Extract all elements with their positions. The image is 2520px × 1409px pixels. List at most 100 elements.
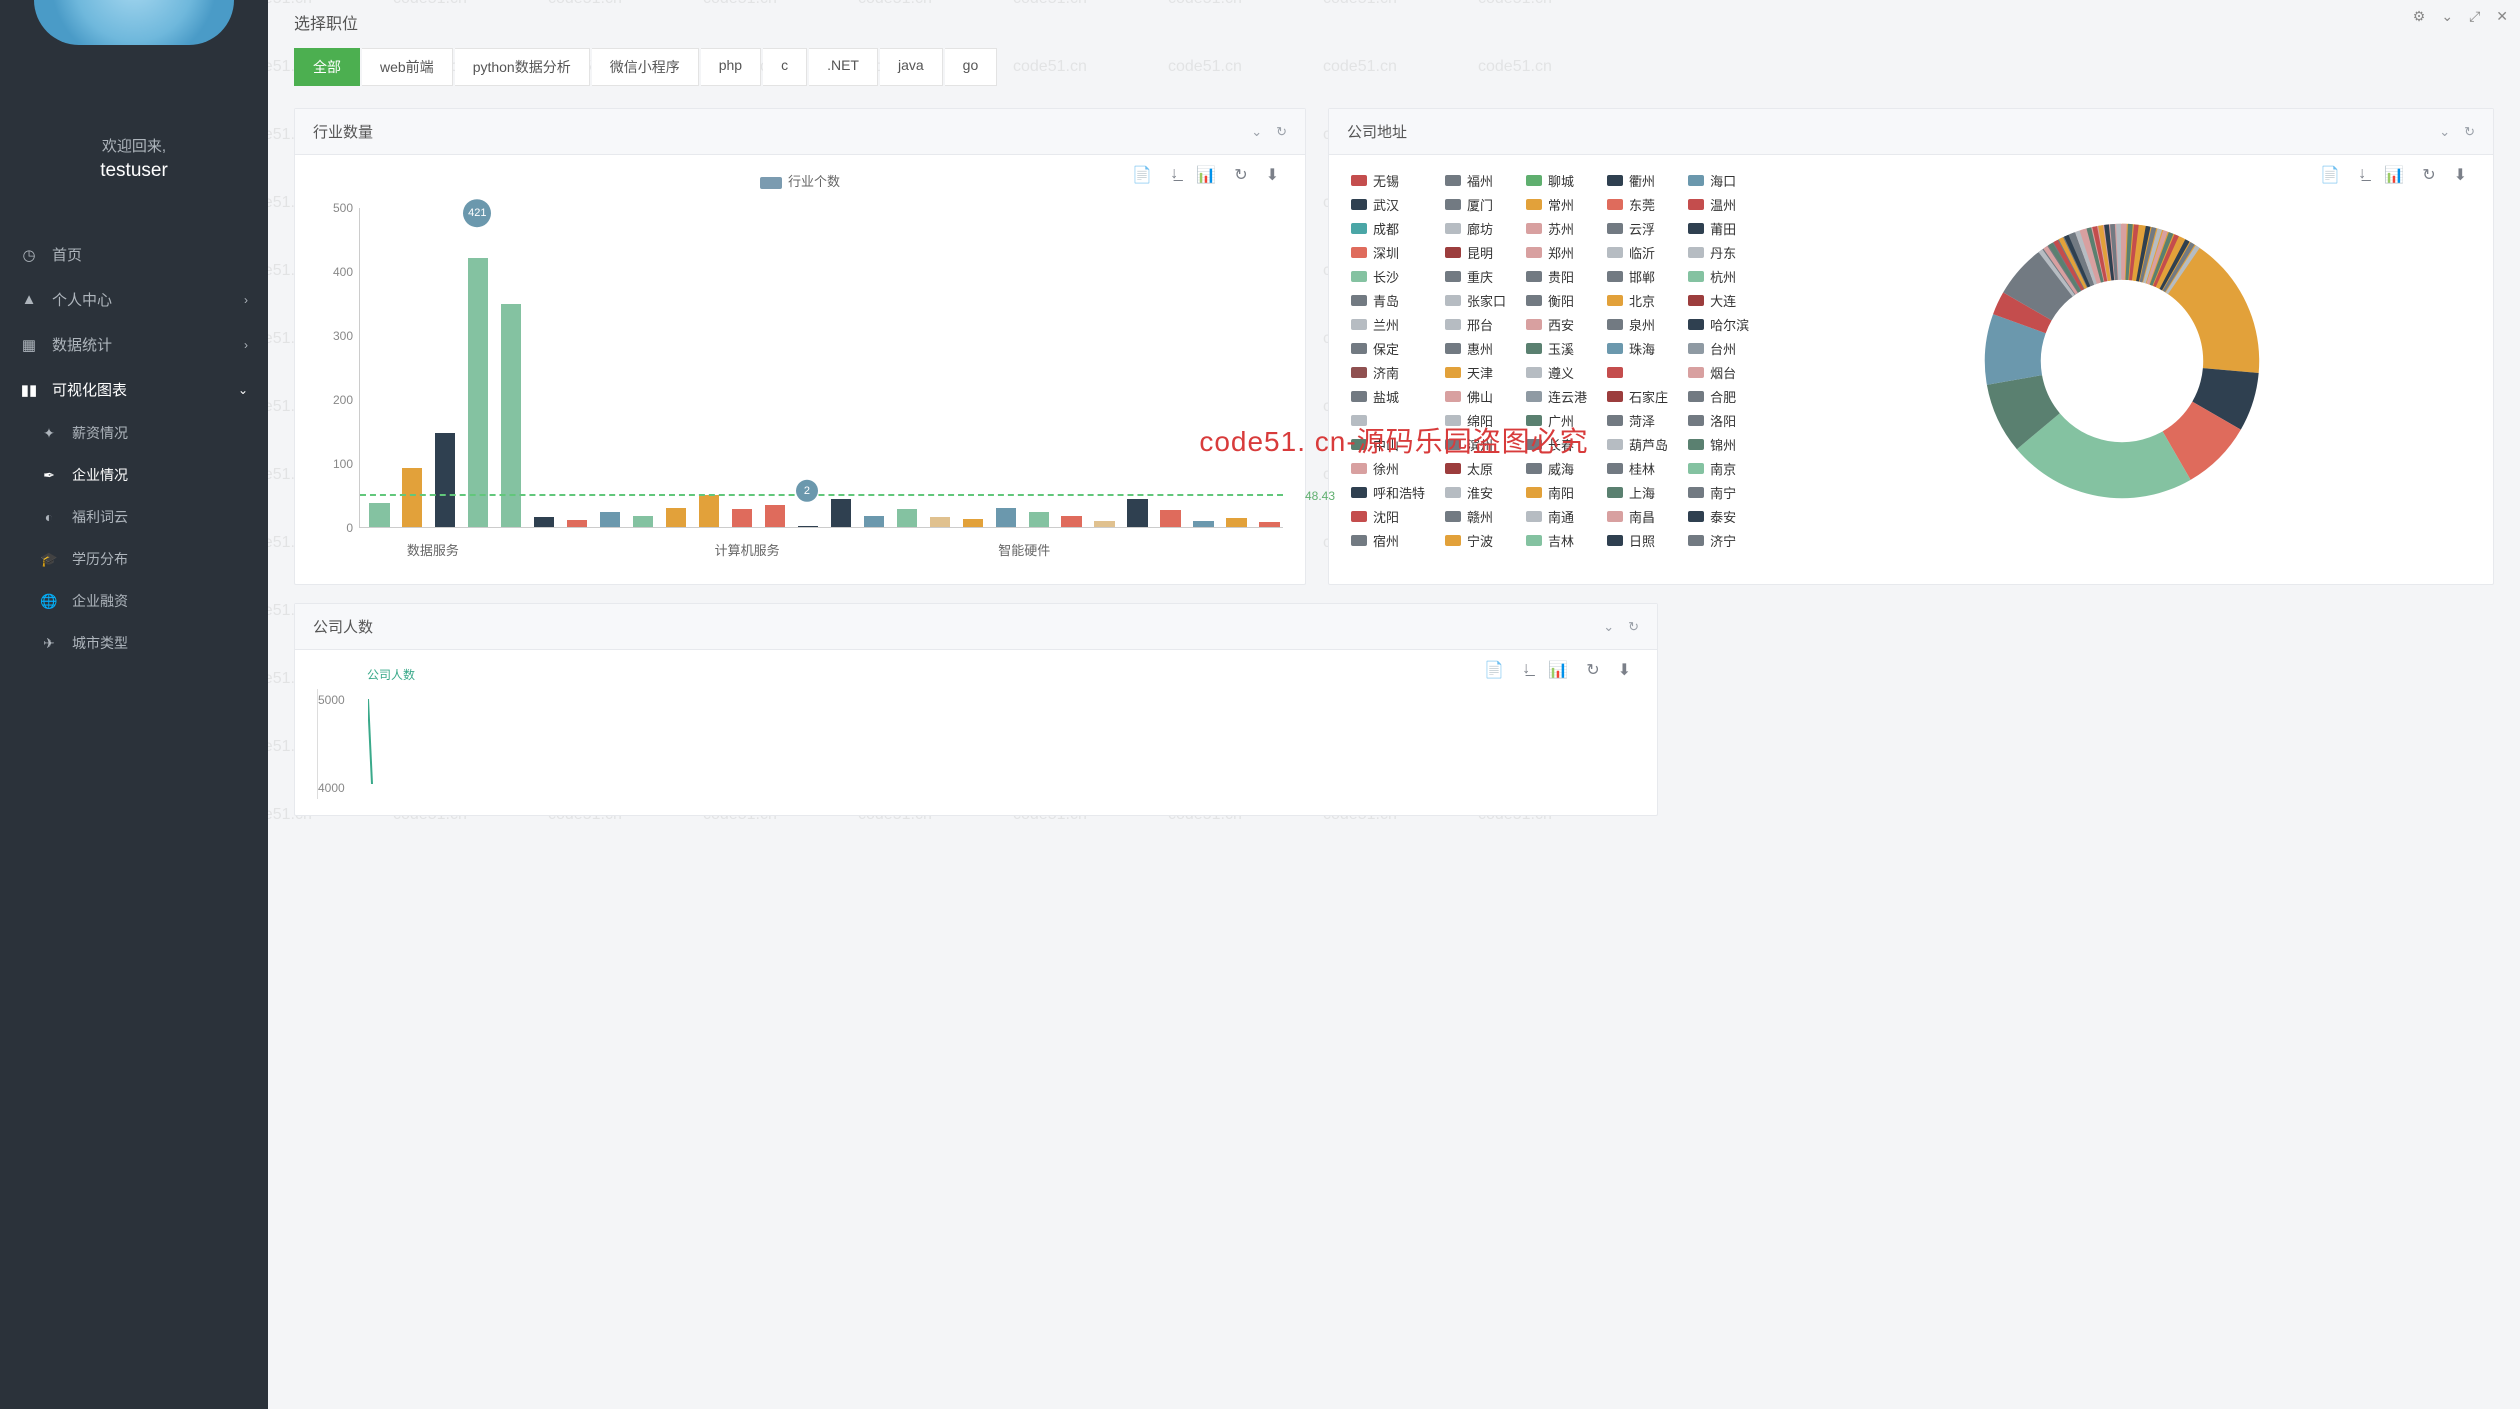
legend-item-日照[interactable]: 日照 xyxy=(1607,531,1668,550)
legend-item-廊坊[interactable]: 廊坊 xyxy=(1445,219,1506,238)
bar-toggle-icon[interactable]: 📊 xyxy=(2384,165,2404,185)
legend-item-哈尔滨[interactable]: 哈尔滨 xyxy=(1688,315,1749,334)
fullscreen-icon[interactable]: ⤢ xyxy=(2469,8,2480,25)
legend-item-邢台[interactable]: 邢台 xyxy=(1445,315,1506,334)
legend-item-衢州[interactable]: 衢州 xyxy=(1607,171,1668,190)
legend-item-济宁[interactable]: 济宁 xyxy=(1688,531,1749,550)
legend-item-太原[interactable]: 太原 xyxy=(1445,459,1506,478)
bar[interactable] xyxy=(435,433,455,527)
job-tab-php[interactable]: php xyxy=(701,48,761,86)
sub-item-学历分布[interactable]: 🎓学历分布 xyxy=(0,538,268,580)
legend-item-无锡[interactable]: 无锡 xyxy=(1351,171,1425,190)
legend-item-遵义[interactable]: 遵义 xyxy=(1526,363,1587,382)
bar[interactable] xyxy=(1029,512,1049,527)
legend-item-兰州[interactable]: 兰州 xyxy=(1351,315,1425,334)
bar[interactable] xyxy=(699,495,719,527)
job-tab-c[interactable]: c xyxy=(763,48,807,86)
collapse-icon[interactable]: ⌄ xyxy=(1251,124,1262,140)
bar[interactable] xyxy=(1160,510,1180,527)
legend-item-盐城[interactable]: 盐城 xyxy=(1351,387,1425,406)
legend-item-昆明[interactable]: 昆明 xyxy=(1445,243,1506,262)
bar[interactable] xyxy=(732,509,752,527)
legend-item-烟台[interactable]: 烟台 xyxy=(1688,363,1749,382)
legend-item-长沙[interactable]: 长沙 xyxy=(1351,267,1425,286)
gear-icon[interactable]: ⚙ xyxy=(2413,8,2426,25)
legend-item-云浮[interactable]: 云浮 xyxy=(1607,219,1668,238)
data-view-icon[interactable]: 📄 xyxy=(1132,165,1152,185)
bar[interactable] xyxy=(402,468,422,527)
legend-item-聊城[interactable]: 聊城 xyxy=(1526,171,1587,190)
legend-item-重庆[interactable]: 重庆 xyxy=(1445,267,1506,286)
legend-item-珠海[interactable]: 珠海 xyxy=(1607,339,1668,358)
legend-item-杭州[interactable]: 杭州 xyxy=(1688,267,1749,286)
legend-item-临沂[interactable]: 临沂 xyxy=(1607,243,1668,262)
bar[interactable] xyxy=(864,516,884,527)
bar[interactable] xyxy=(1259,522,1279,527)
refresh-icon[interactable]: ↻ xyxy=(1276,124,1287,140)
legend-item-邯郸[interactable]: 邯郸 xyxy=(1607,267,1668,286)
legend-item-徐州[interactable]: 徐州 xyxy=(1351,459,1425,478)
bar[interactable] xyxy=(897,509,917,527)
restore-icon[interactable]: ↻ xyxy=(1586,660,1599,680)
legend-item-温州[interactable]: 温州 xyxy=(1688,195,1749,214)
legend-item-石家庄[interactable]: 石家庄 xyxy=(1607,387,1668,406)
legend-item-吉林[interactable]: 吉林 xyxy=(1526,531,1587,550)
bar[interactable] xyxy=(963,519,983,527)
bar[interactable] xyxy=(831,499,851,527)
legend-item-郑州[interactable]: 郑州 xyxy=(1526,243,1587,262)
bar[interactable] xyxy=(1193,521,1213,527)
bar[interactable] xyxy=(765,505,785,527)
legend-item-南昌[interactable]: 南昌 xyxy=(1607,507,1668,526)
bar[interactable] xyxy=(633,516,653,527)
legend-item-合肥[interactable]: 合肥 xyxy=(1688,387,1749,406)
legend-item-南通[interactable]: 南通 xyxy=(1526,507,1587,526)
legend-item-北京[interactable]: 北京 xyxy=(1607,291,1668,310)
collapse-icon[interactable]: ⌄ xyxy=(1603,619,1614,635)
bar[interactable] xyxy=(1226,518,1246,527)
legend-item-赣州[interactable]: 赣州 xyxy=(1445,507,1506,526)
save-image-icon[interactable]: ↓̲ xyxy=(1522,660,1530,680)
legend-item-[interactable] xyxy=(1607,363,1668,382)
legend-item-呼和浩特[interactable]: 呼和浩特 xyxy=(1351,483,1425,502)
nav-item-个人中心[interactable]: ▲个人中心› xyxy=(0,277,268,322)
legend-item-常州[interactable]: 常州 xyxy=(1526,195,1587,214)
legend-item-厦门[interactable]: 厦门 xyxy=(1445,195,1506,214)
job-tab-微信小程序[interactable]: 微信小程序 xyxy=(592,48,699,86)
legend-item-西安[interactable]: 西安 xyxy=(1526,315,1587,334)
collapse-icon[interactable]: ⌄ xyxy=(2439,124,2450,140)
nav-item-数据统计[interactable]: ▦数据统计› xyxy=(0,322,268,367)
bar[interactable] xyxy=(930,517,950,527)
job-tab-go[interactable]: go xyxy=(945,48,998,86)
legend-item-丹东[interactable]: 丹东 xyxy=(1688,243,1749,262)
legend-item-锦州[interactable]: 锦州 xyxy=(1688,435,1749,454)
legend-item-威海[interactable]: 威海 xyxy=(1526,459,1587,478)
legend-item-天津[interactable]: 天津 xyxy=(1445,363,1506,382)
refresh-icon[interactable]: ↻ xyxy=(1628,619,1639,635)
legend-item-成都[interactable]: 成都 xyxy=(1351,219,1425,238)
bar[interactable] xyxy=(1061,516,1081,527)
legend-item-台州[interactable]: 台州 xyxy=(1688,339,1749,358)
legend-item-沈阳[interactable]: 沈阳 xyxy=(1351,507,1425,526)
sub-item-福利词云[interactable]: ◐福利词云 xyxy=(0,496,268,538)
save-image-icon[interactable]: ↓̲ xyxy=(1170,165,1178,185)
legend-item-东莞[interactable]: 东莞 xyxy=(1607,195,1668,214)
bar[interactable] xyxy=(996,508,1016,527)
bar[interactable] xyxy=(567,520,587,527)
legend-item-青岛[interactable]: 青岛 xyxy=(1351,291,1425,310)
legend-item-苏州[interactable]: 苏州 xyxy=(1526,219,1587,238)
bar[interactable] xyxy=(1127,499,1147,527)
legend-item-佛山[interactable]: 佛山 xyxy=(1445,387,1506,406)
close-icon[interactable]: ✕ xyxy=(2496,8,2508,25)
legend-item-菏泽[interactable]: 菏泽 xyxy=(1607,411,1668,430)
legend-item-张家口[interactable]: 张家口 xyxy=(1445,291,1506,310)
save-image-icon[interactable]: ↓̲ xyxy=(2358,165,2366,185)
restore-icon[interactable]: ↻ xyxy=(2422,165,2435,185)
bar[interactable] xyxy=(534,517,554,527)
legend-item-济南[interactable]: 济南 xyxy=(1351,363,1425,382)
nav-item-首页[interactable]: ◷首页 xyxy=(0,232,268,277)
download-icon[interactable]: ⬇ xyxy=(1618,660,1631,680)
legend-item-上海[interactable]: 上海 xyxy=(1607,483,1668,502)
legend-item-泉州[interactable]: 泉州 xyxy=(1607,315,1668,334)
bar[interactable] xyxy=(369,503,389,527)
legend-item-衡阳[interactable]: 衡阳 xyxy=(1526,291,1587,310)
